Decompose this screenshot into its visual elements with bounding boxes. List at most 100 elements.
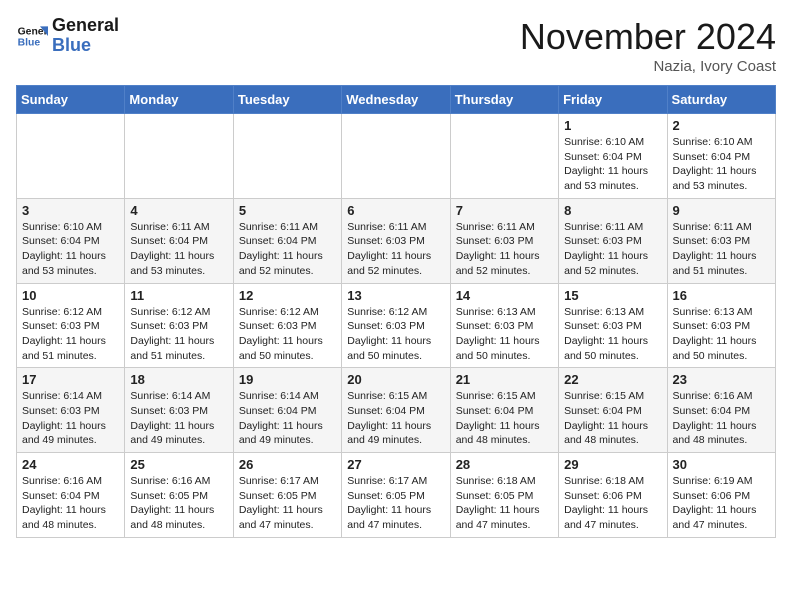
- day-info: Sunrise: 6:11 AM Sunset: 6:03 PM Dayligh…: [673, 220, 770, 279]
- day-info: Sunrise: 6:16 AM Sunset: 6:05 PM Dayligh…: [130, 474, 227, 533]
- day-info: Sunrise: 6:14 AM Sunset: 6:04 PM Dayligh…: [239, 389, 336, 448]
- calendar-cell: 13 Sunrise: 6:12 AM Sunset: 6:03 PM Dayli…: [342, 283, 450, 368]
- calendar-cell: 11Sunrise: 6:12 AM Sunset: 6:03 PM Dayli…: [125, 283, 233, 368]
- day-info: Sunrise: 6:11 AM Sunset: 6:04 PM Dayligh…: [130, 220, 227, 279]
- calendar-cell: 1Sunrise: 6:10 AM Sunset: 6:04 PM Daylig…: [559, 114, 667, 199]
- day-number: 4: [130, 203, 227, 218]
- day-number: 10: [22, 288, 119, 303]
- calendar-cell: 20 Sunrise: 6:15 AM Sunset: 6:04 PM Dayli…: [342, 368, 450, 453]
- calendar-cell: 17 Sunrise: 6:14 AM Sunset: 6:03 PM Dayli…: [17, 368, 125, 453]
- day-info: Sunrise: 6:13 AM Sunset: 6:03 PM Dayligh…: [456, 305, 553, 364]
- day-info: Sunrise: 6:11 AM Sunset: 6:03 PM Dayligh…: [456, 220, 553, 279]
- day-number: 14: [456, 288, 553, 303]
- day-number: 29: [564, 457, 661, 472]
- calendar-cell: 27 Sunrise: 6:17 AM Sunset: 6:05 PM Dayli…: [342, 453, 450, 538]
- calendar-cell: 6 Sunrise: 6:11 AM Sunset: 6:03 PM Daylig…: [342, 198, 450, 283]
- day-number: 23: [673, 372, 770, 387]
- day-number: 15: [564, 288, 661, 303]
- weekday-header-sunday: Sunday: [17, 86, 125, 114]
- calendar-cell: 12 Sunrise: 6:12 AM Sunset: 6:03 PM Dayli…: [233, 283, 341, 368]
- day-number: 21: [456, 372, 553, 387]
- day-info: Sunrise: 6:10 AM Sunset: 6:04 PM Dayligh…: [673, 135, 770, 194]
- day-number: 3: [22, 203, 119, 218]
- day-number: 13: [347, 288, 444, 303]
- calendar-cell: 4 Sunrise: 6:11 AM Sunset: 6:04 PM Daylig…: [125, 198, 233, 283]
- day-info: Sunrise: 6:13 AM Sunset: 6:03 PM Dayligh…: [564, 305, 661, 364]
- day-number: 12: [239, 288, 336, 303]
- calendar-cell: 8 Sunrise: 6:11 AM Sunset: 6:03 PM Daylig…: [559, 198, 667, 283]
- calendar-cell: [17, 114, 125, 199]
- day-number: 18: [130, 372, 227, 387]
- logo-icon: General Blue: [16, 20, 48, 52]
- day-info: Sunrise: 6:19 AM Sunset: 6:06 PM Dayligh…: [673, 474, 770, 533]
- day-number: 5: [239, 203, 336, 218]
- day-number: 7: [456, 203, 553, 218]
- logo-line1: General: [52, 16, 119, 36]
- calendar-cell: 14 Sunrise: 6:13 AM Sunset: 6:03 PM Dayli…: [450, 283, 558, 368]
- calendar-cell: 3Sunrise: 6:10 AM Sunset: 6:04 PM Daylig…: [17, 198, 125, 283]
- week-row-1: 1Sunrise: 6:10 AM Sunset: 6:04 PM Daylig…: [17, 114, 776, 199]
- day-number: 28: [456, 457, 553, 472]
- day-number: 9: [673, 203, 770, 218]
- day-info: Sunrise: 6:15 AM Sunset: 6:04 PM Dayligh…: [347, 389, 444, 448]
- day-info: Sunrise: 6:18 AM Sunset: 6:06 PM Dayligh…: [564, 474, 661, 533]
- day-number: 16: [673, 288, 770, 303]
- calendar-cell: 22Sunrise: 6:15 AM Sunset: 6:04 PM Dayli…: [559, 368, 667, 453]
- day-info: Sunrise: 6:14 AM Sunset: 6:03 PM Dayligh…: [130, 389, 227, 448]
- calendar-table: SundayMondayTuesdayWednesdayThursdayFrid…: [16, 85, 776, 538]
- day-info: Sunrise: 6:12 AM Sunset: 6:03 PM Dayligh…: [130, 305, 227, 364]
- calendar-cell: 30 Sunrise: 6:19 AM Sunset: 6:06 PM Dayli…: [667, 453, 775, 538]
- day-number: 8: [564, 203, 661, 218]
- day-number: 22: [564, 372, 661, 387]
- calendar-cell: 29 Sunrise: 6:18 AM Sunset: 6:06 PM Dayli…: [559, 453, 667, 538]
- day-number: 17: [22, 372, 119, 387]
- day-info: Sunrise: 6:11 AM Sunset: 6:04 PM Dayligh…: [239, 220, 336, 279]
- calendar-cell: 21 Sunrise: 6:15 AM Sunset: 6:04 PM Dayli…: [450, 368, 558, 453]
- day-info: Sunrise: 6:12 AM Sunset: 6:03 PM Dayligh…: [22, 305, 119, 364]
- day-number: 20: [347, 372, 444, 387]
- weekday-header-wednesday: Wednesday: [342, 86, 450, 114]
- weekday-header-thursday: Thursday: [450, 86, 558, 114]
- calendar-cell: [450, 114, 558, 199]
- day-info: Sunrise: 6:15 AM Sunset: 6:04 PM Dayligh…: [456, 389, 553, 448]
- day-number: 27: [347, 457, 444, 472]
- day-info: Sunrise: 6:11 AM Sunset: 6:03 PM Dayligh…: [564, 220, 661, 279]
- day-info: Sunrise: 6:16 AM Sunset: 6:04 PM Dayligh…: [673, 389, 770, 448]
- day-number: 25: [130, 457, 227, 472]
- day-info: Sunrise: 6:13 AM Sunset: 6:03 PM Dayligh…: [673, 305, 770, 364]
- day-info: Sunrise: 6:12 AM Sunset: 6:03 PM Dayligh…: [347, 305, 444, 364]
- calendar-cell: 18 Sunrise: 6:14 AM Sunset: 6:03 PM Dayli…: [125, 368, 233, 453]
- day-info: Sunrise: 6:17 AM Sunset: 6:05 PM Dayligh…: [347, 474, 444, 533]
- page-header: General Blue General Blue November 2024 …: [16, 16, 776, 75]
- day-number: 30: [673, 457, 770, 472]
- calendar-cell: 16 Sunrise: 6:13 AM Sunset: 6:03 PM Dayli…: [667, 283, 775, 368]
- week-row-2: 3Sunrise: 6:10 AM Sunset: 6:04 PM Daylig…: [17, 198, 776, 283]
- svg-text:Blue: Blue: [18, 37, 41, 48]
- day-number: 6: [347, 203, 444, 218]
- title-block: November 2024 Nazia, Ivory Coast: [520, 16, 776, 75]
- calendar-cell: 25 Sunrise: 6:16 AM Sunset: 6:05 PM Dayli…: [125, 453, 233, 538]
- day-info: Sunrise: 6:14 AM Sunset: 6:03 PM Dayligh…: [22, 389, 119, 448]
- week-row-4: 17 Sunrise: 6:14 AM Sunset: 6:03 PM Dayli…: [17, 368, 776, 453]
- day-number: 19: [239, 372, 336, 387]
- weekday-header-row: SundayMondayTuesdayWednesdayThursdayFrid…: [17, 86, 776, 114]
- month-title: November 2024: [520, 16, 776, 58]
- calendar-cell: 2Sunrise: 6:10 AM Sunset: 6:04 PM Daylig…: [667, 114, 775, 199]
- weekday-header-saturday: Saturday: [667, 86, 775, 114]
- calendar-cell: 7 Sunrise: 6:11 AM Sunset: 6:03 PM Daylig…: [450, 198, 558, 283]
- logo-line2: Blue: [52, 36, 119, 56]
- calendar-cell: 28Sunrise: 6:18 AM Sunset: 6:05 PM Dayli…: [450, 453, 558, 538]
- weekday-header-monday: Monday: [125, 86, 233, 114]
- day-number: 26: [239, 457, 336, 472]
- calendar-cell: 26Sunrise: 6:17 AM Sunset: 6:05 PM Dayli…: [233, 453, 341, 538]
- day-info: Sunrise: 6:12 AM Sunset: 6:03 PM Dayligh…: [239, 305, 336, 364]
- logo: General Blue General Blue: [16, 16, 119, 56]
- day-info: Sunrise: 6:16 AM Sunset: 6:04 PM Dayligh…: [22, 474, 119, 533]
- location: Nazia, Ivory Coast: [520, 58, 776, 75]
- day-info: Sunrise: 6:11 AM Sunset: 6:03 PM Dayligh…: [347, 220, 444, 279]
- weekday-header-friday: Friday: [559, 86, 667, 114]
- day-number: 24: [22, 457, 119, 472]
- calendar-cell: 9 Sunrise: 6:11 AM Sunset: 6:03 PM Daylig…: [667, 198, 775, 283]
- calendar-cell: 15 Sunrise: 6:13 AM Sunset: 6:03 PM Dayli…: [559, 283, 667, 368]
- calendar-cell: 24 Sunrise: 6:16 AM Sunset: 6:04 PM Dayli…: [17, 453, 125, 538]
